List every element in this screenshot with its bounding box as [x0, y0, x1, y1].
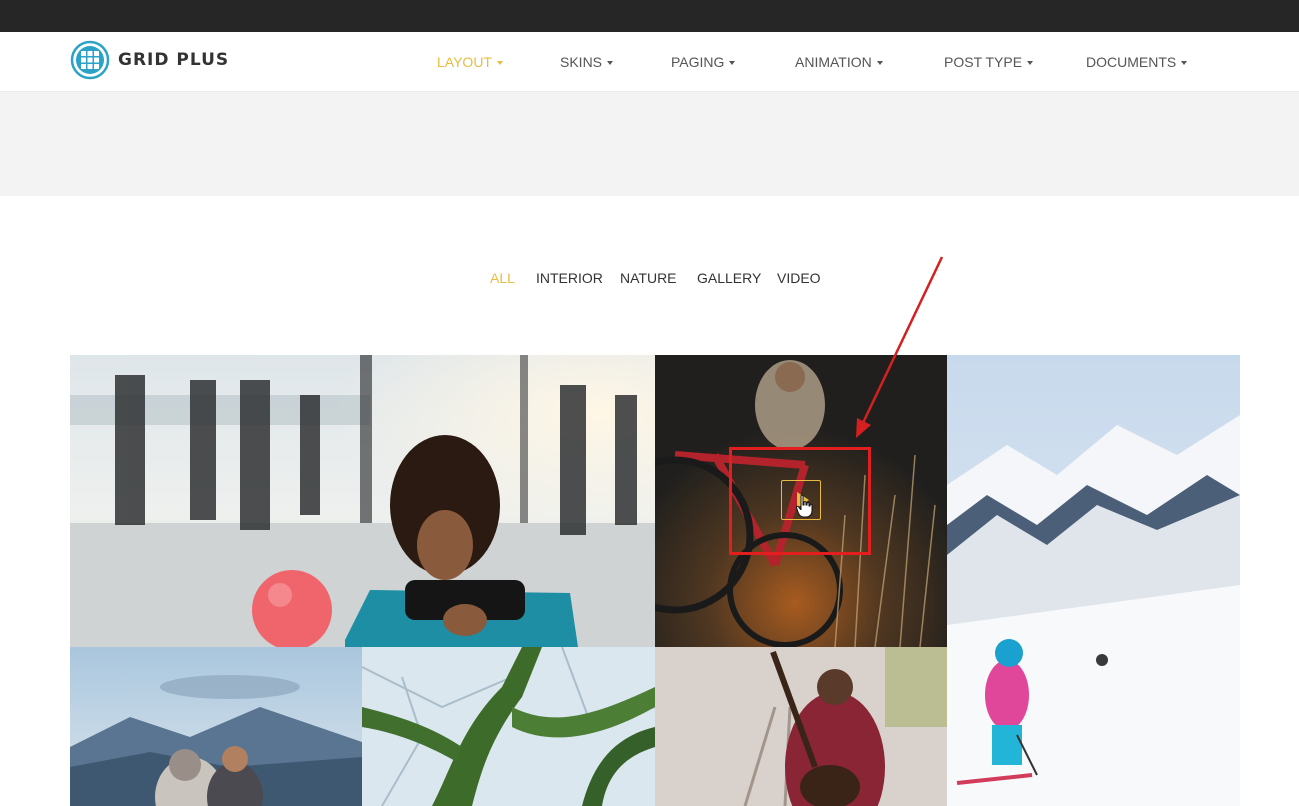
site-header: GRID PLUS LAYOUT SKINS PAGING ANIMATION …: [0, 32, 1299, 92]
tree-photo: [362, 647, 655, 806]
page-banner: [0, 92, 1299, 196]
top-bar: [0, 0, 1299, 32]
caret-down-icon: [607, 61, 614, 65]
main-nav: LAYOUT SKINS PAGING ANIMATION POST TYPE …: [0, 32, 1299, 92]
nav-paging-label: PAGING: [671, 54, 725, 70]
filter-all[interactable]: ALL: [490, 270, 515, 286]
caret-down-icon: [1181, 61, 1188, 65]
filter-interior[interactable]: INTERIOR: [536, 270, 603, 286]
nav-documents[interactable]: DOCUMENTS: [1086, 32, 1188, 92]
gallery-item-couple[interactable]: [70, 647, 362, 806]
guitar-photo: [655, 647, 947, 806]
caret-down-icon: [729, 61, 736, 65]
filter-bar: ALL INTERIOR NATURE GALLERY VIDEO: [0, 270, 1299, 294]
gallery-item-tree[interactable]: [362, 647, 655, 806]
filter-gallery[interactable]: GALLERY: [697, 270, 761, 286]
nav-post-type-label: POST TYPE: [944, 54, 1023, 70]
couple-photo: [70, 647, 362, 806]
caret-down-icon: [876, 61, 883, 65]
gallery-item-guitar[interactable]: [655, 647, 947, 806]
nav-post-type[interactable]: POST TYPE: [944, 32, 1034, 92]
nav-layout-label: LAYOUT: [437, 54, 492, 70]
nav-documents-label: DOCUMENTS: [1086, 54, 1177, 70]
nav-animation[interactable]: ANIMATION: [795, 32, 883, 92]
nav-layout[interactable]: LAYOUT: [437, 32, 503, 92]
caret-down-icon: [1027, 61, 1034, 65]
nav-animation-label: ANIMATION: [795, 54, 872, 70]
hand-cursor-icon: [796, 494, 813, 518]
nav-paging[interactable]: PAGING: [671, 32, 736, 92]
skier-photo: [947, 355, 1240, 806]
gallery-item-fitness[interactable]: [70, 355, 655, 647]
filter-video[interactable]: VIDEO: [777, 270, 821, 286]
nav-skins-label: SKINS: [560, 54, 603, 70]
gallery-item-skier[interactable]: [947, 355, 1240, 806]
fitness-photo: [70, 355, 655, 647]
caret-down-icon: [496, 61, 503, 65]
filter-nature[interactable]: NATURE: [620, 270, 677, 286]
nav-skins[interactable]: SKINS: [560, 32, 614, 92]
